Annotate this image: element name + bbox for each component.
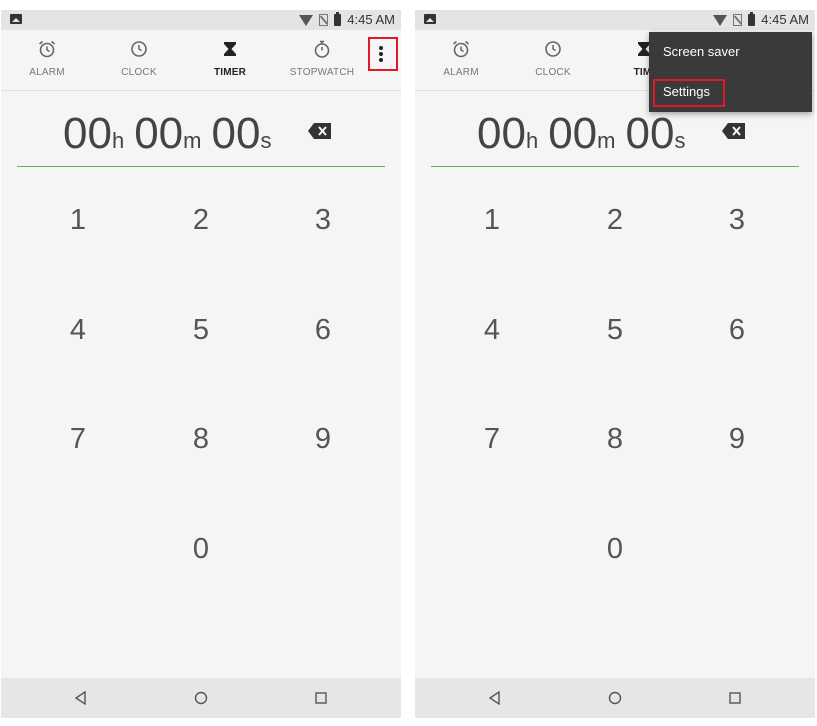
timer-seconds: 00 — [211, 109, 261, 158]
timer-display: 00 h 00 m 00 s — [17, 106, 385, 167]
recent-apps-icon[interactable] — [725, 688, 745, 708]
battery-icon — [334, 11, 342, 26]
tab-label: ALARM — [29, 67, 65, 78]
timer-display: 00 h 00 m 00 s — [431, 106, 799, 167]
back-icon[interactable] — [71, 688, 91, 708]
timer-seconds-unit: s — [674, 128, 686, 153]
timer-minutes: 00 — [134, 109, 184, 158]
keypad-4-button[interactable]: 4 — [452, 300, 532, 360]
battery-icon — [748, 11, 756, 26]
navigation-bar — [1, 678, 401, 718]
timer-hours-unit: h — [111, 128, 125, 153]
timer-hours: 00 — [63, 109, 112, 158]
tab-bar: ALARM CLOCK TIMER STOPWATCH — [1, 30, 401, 91]
tab-alarm[interactable]: ALARM — [7, 30, 87, 90]
tab-clock[interactable]: CLOCK — [513, 30, 593, 90]
keypad-3-button[interactable]: 3 — [283, 190, 363, 250]
tab-label: CLOCK — [535, 67, 571, 78]
hourglass-icon — [224, 42, 236, 56]
tab-label: STOPWATCH — [289, 67, 355, 78]
keypad-8-button[interactable]: 8 — [161, 409, 241, 469]
alarm-icon — [452, 40, 470, 58]
tab-timer[interactable]: TIMER — [190, 30, 270, 90]
keypad-1-button[interactable]: 1 — [38, 190, 118, 250]
keypad-9-button[interactable]: 9 — [283, 409, 363, 469]
keypad-7-button[interactable]: 7 — [452, 409, 532, 469]
no-sim-icon — [733, 13, 743, 26]
keypad-6-button[interactable]: 6 — [697, 300, 777, 360]
alarm-icon — [38, 40, 56, 58]
timer-minutes-unit: m — [183, 128, 202, 153]
navigation-bar — [415, 678, 815, 718]
no-sim-icon — [319, 13, 329, 26]
keypad-8-button[interactable]: 8 — [575, 409, 655, 469]
keypad-0-button[interactable]: 0 — [161, 519, 241, 579]
clock-icon — [545, 41, 561, 57]
image-notification-icon — [424, 14, 436, 24]
tab-label: CLOCK — [121, 67, 157, 78]
phone-screen-after: 4:45 AM ALARM CLOCK TIMI 00 h 00 m 00 s … — [415, 10, 815, 718]
timer-value: 00 h 00 m 00 s — [477, 106, 695, 162]
home-icon[interactable] — [605, 688, 625, 708]
home-icon[interactable] — [191, 688, 211, 708]
keypad-2-button[interactable]: 2 — [575, 190, 655, 250]
status-time: 4:45 AM — [761, 12, 809, 27]
tab-label: ALARM — [443, 67, 479, 78]
back-icon[interactable] — [485, 688, 505, 708]
timer-hours-unit: h — [525, 128, 539, 153]
keypad-4-button[interactable]: 4 — [38, 300, 118, 360]
keypad-1-button[interactable]: 1 — [452, 190, 532, 250]
timer-value: 00 h 00 m 00 s — [63, 106, 281, 162]
timer-hours: 00 — [477, 109, 526, 158]
keypad-5-button[interactable]: 5 — [575, 300, 655, 360]
wifi-icon — [713, 15, 728, 26]
highlight-box — [368, 37, 398, 71]
status-time: 4:45 AM — [347, 12, 395, 27]
keypad-9-button[interactable]: 9 — [697, 409, 777, 469]
status-bar: 4:45 AM — [1, 10, 401, 30]
image-notification-icon — [10, 14, 22, 24]
backspace-icon[interactable] — [721, 122, 747, 140]
phone-screen-before: 4:45 AM ALARM CLOCK TIMER STOPWATCH 00 h… — [1, 10, 401, 718]
clock-icon — [131, 41, 147, 57]
timer-minutes-unit: m — [597, 128, 616, 153]
keypad-3-button[interactable]: 3 — [697, 190, 777, 250]
keypad-6-button[interactable]: 6 — [283, 300, 363, 360]
keypad-0-button[interactable]: 0 — [575, 519, 655, 579]
timer-seconds: 00 — [625, 109, 675, 158]
menu-item-screen-saver[interactable]: Screen saver — [649, 32, 812, 72]
status-bar: 4:45 AM — [415, 10, 815, 30]
timer-minutes: 00 — [548, 109, 598, 158]
tab-stopwatch[interactable]: STOPWATCH — [282, 30, 362, 90]
timer-seconds-unit: s — [260, 128, 272, 153]
backspace-icon[interactable] — [307, 122, 333, 140]
wifi-icon — [299, 15, 314, 26]
recent-apps-icon[interactable] — [311, 688, 331, 708]
tab-label: TIMER — [213, 67, 247, 78]
tab-clock[interactable]: CLOCK — [99, 30, 179, 90]
tab-alarm[interactable]: ALARM — [421, 30, 501, 90]
highlight-box — [653, 79, 725, 107]
keypad-7-button[interactable]: 7 — [38, 409, 118, 469]
stopwatch-icon — [314, 40, 330, 58]
keypad-2-button[interactable]: 2 — [161, 190, 241, 250]
keypad-5-button[interactable]: 5 — [161, 300, 241, 360]
